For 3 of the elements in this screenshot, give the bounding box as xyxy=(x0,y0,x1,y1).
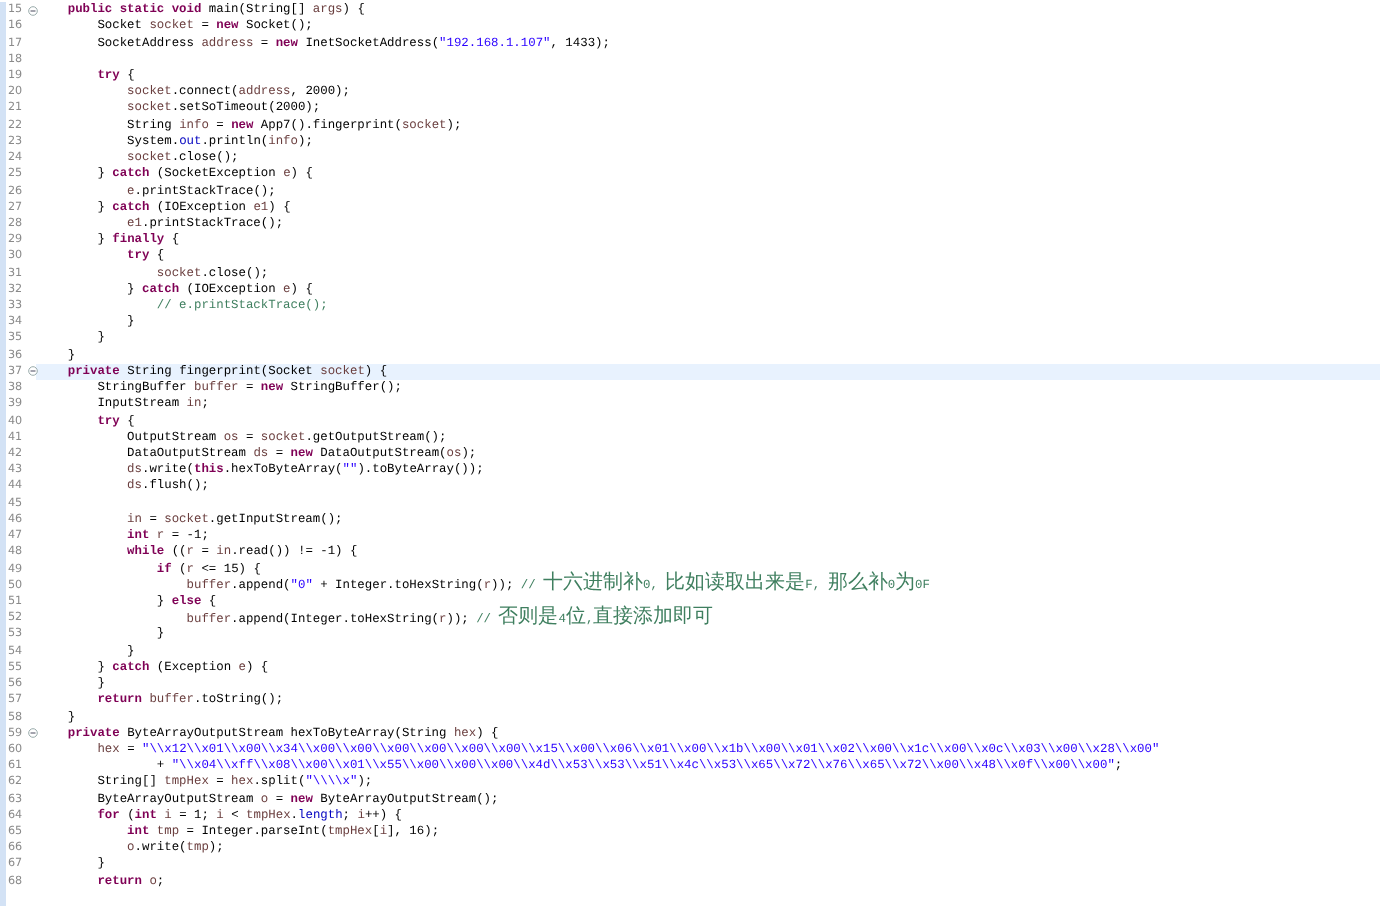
collapse-icon[interactable] xyxy=(28,366,38,377)
collapse-icon[interactable] xyxy=(28,728,38,739)
collapse-icon[interactable] xyxy=(28,5,38,16)
